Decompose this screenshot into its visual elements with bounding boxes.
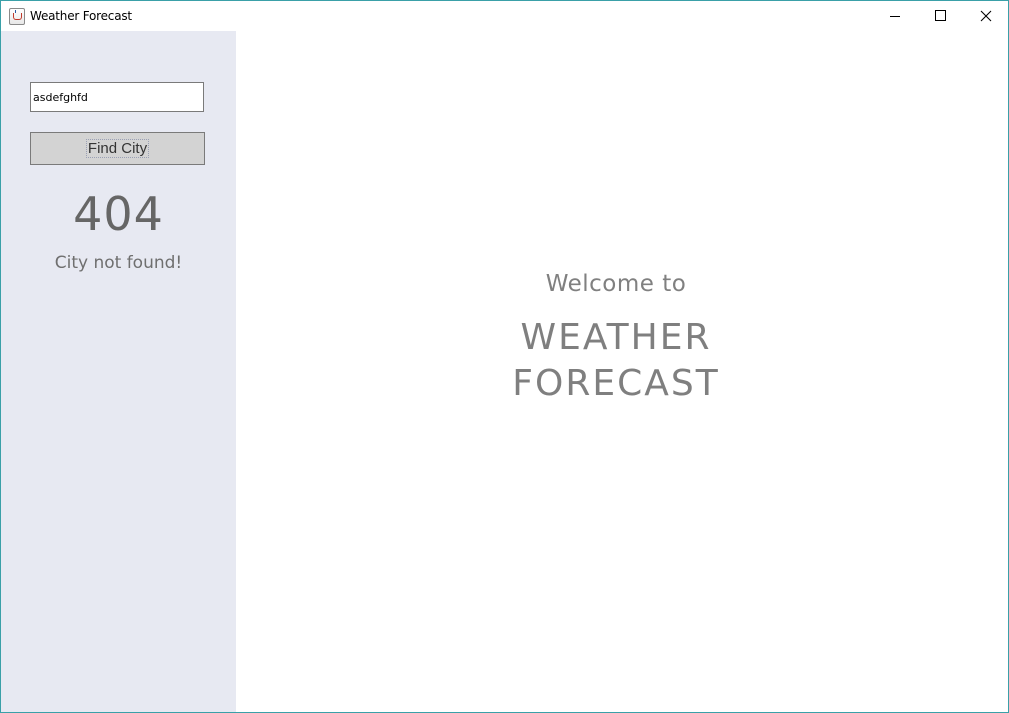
- find-city-button[interactable]: Find City: [30, 132, 205, 165]
- minimize-button[interactable]: [872, 1, 918, 31]
- window-title: Weather Forecast: [30, 9, 132, 23]
- java-cup-icon: [9, 8, 25, 25]
- close-icon: [980, 10, 992, 22]
- title-bar[interactable]: Weather Forecast: [1, 1, 1008, 31]
- welcome-text: Welcome to: [545, 271, 687, 297]
- app-window: Weather Forecast Find City 404 City not …: [0, 0, 1009, 713]
- error-message: City not found!: [54, 253, 183, 273]
- app-brand-title: WEATHER FORECAST: [236, 315, 996, 407]
- close-button[interactable]: [963, 1, 1009, 31]
- sidebar-panel: Find City 404 City not found!: [1, 31, 236, 712]
- error-code: 404: [73, 187, 164, 241]
- city-search-input[interactable]: [30, 82, 204, 112]
- find-city-button-label: Find City: [85, 139, 150, 158]
- brand-line-1: WEATHER: [520, 317, 712, 358]
- maximize-button[interactable]: [917, 1, 963, 31]
- main-panel: Welcome to WEATHER FORECAST: [236, 31, 1008, 712]
- brand-line-2: FORECAST: [512, 363, 720, 404]
